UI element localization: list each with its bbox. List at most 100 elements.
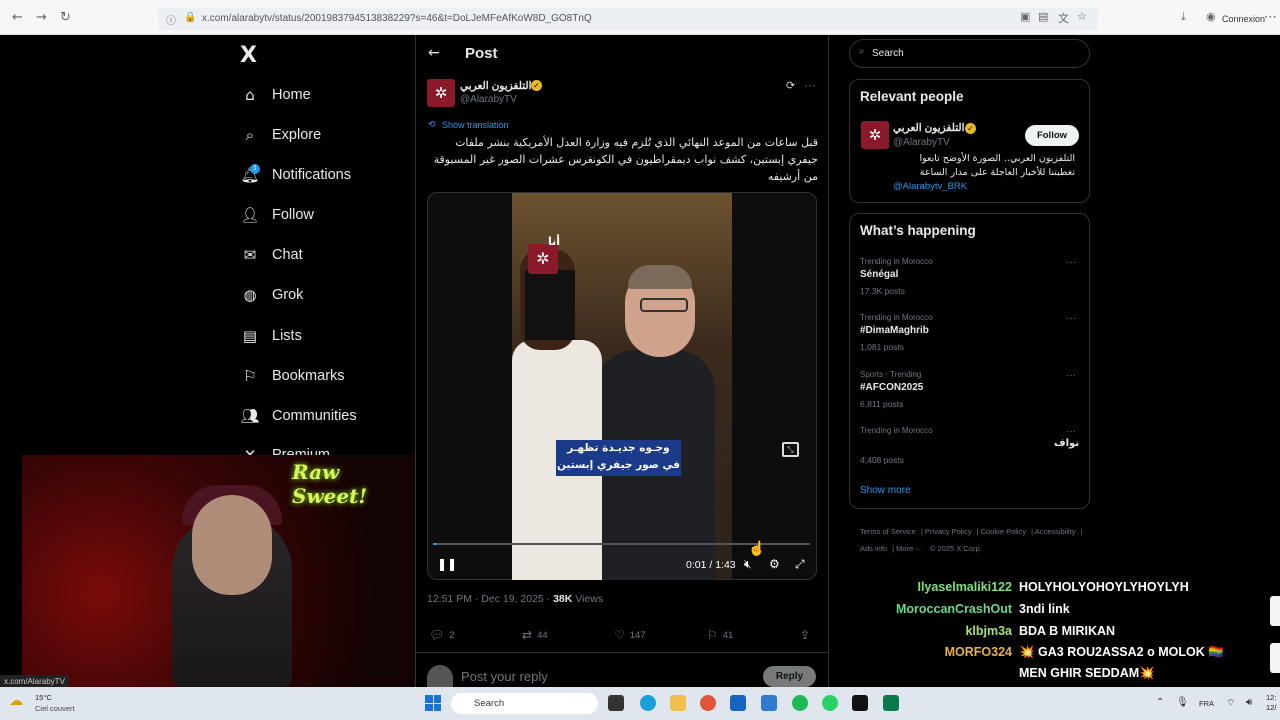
volume-icon[interactable]: 🔊︎: [1246, 697, 1252, 708]
footer-link[interactable]: Terms of Service: [860, 527, 916, 536]
pause-icon[interactable]: ❚❚: [437, 557, 457, 571]
tray-chevron-icon[interactable]: ⌃: [1156, 697, 1164, 708]
reload-icon[interactable]: ↻: [60, 10, 71, 25]
mouse-cursor-icon: ☝: [748, 540, 766, 556]
author-avatar[interactable]: ✲: [427, 79, 455, 107]
trend-title[interactable]: #DimaMaghrib: [860, 325, 929, 336]
author-handle[interactable]: @AlarabyTV: [460, 94, 517, 105]
capcut-app-icon[interactable]: [852, 695, 868, 711]
star-icon[interactable]: ☆: [1077, 10, 1087, 23]
weather-desc[interactable]: Ciel couvert: [35, 704, 75, 713]
wifi-icon[interactable]: ⌔: [1226, 697, 1235, 710]
edge-app-icon[interactable]: [640, 695, 656, 711]
trend-more-icon[interactable]: ···: [1066, 426, 1076, 437]
video-progress-fill: [433, 543, 437, 545]
footer-link[interactable]: Privacy Policy: [925, 527, 972, 536]
edge-tab[interactable]: [1270, 643, 1280, 673]
download-icon[interactable]: ⤓: [1181, 10, 1186, 24]
trend-title[interactable]: Sénégal: [860, 269, 898, 280]
like-action[interactable]: ♡ 147: [614, 628, 646, 642]
clock[interactable]: 12: 12/: [1266, 693, 1276, 713]
webcam-face: [192, 495, 272, 595]
neon-sign: Raw Sweet!: [292, 460, 368, 508]
language-indicator[interactable]: FRA: [1199, 699, 1214, 708]
relevant-handle[interactable]: @AlarabyTV: [893, 137, 950, 148]
user-avatar: [427, 665, 453, 687]
grok-icon[interactable]: ⟳: [786, 79, 795, 92]
trend-title[interactable]: نواف: [1054, 438, 1079, 449]
spotify-app-icon[interactable]: [792, 695, 808, 711]
lock-icon[interactable]: 🔒: [184, 12, 196, 23]
nav-home[interactable]: ⌂ Home: [240, 83, 310, 107]
home-icon: ⌂: [245, 86, 255, 104]
reply-icon: 💬︎: [429, 628, 445, 642]
reply-action[interactable]: 💬︎ 2: [429, 628, 455, 642]
terminal-app-icon[interactable]: [608, 695, 624, 711]
share-action[interactable]: ⇪: [800, 628, 810, 642]
fullscreen-icon[interactable]: ⤢: [795, 557, 805, 572]
nav-bookmarks[interactable]: ⚐ Bookmarks: [240, 364, 344, 388]
divider: [416, 652, 828, 653]
browser-toolbar: ← → ↻ ⓘ 🔒 x.com/alarabytv/status/2001983…: [0, 0, 1280, 35]
back-arrow-icon[interactable]: ←: [12, 10, 23, 25]
firefox-app-icon[interactable]: [700, 695, 716, 711]
weather-temp[interactable]: 15°C: [35, 693, 52, 702]
video-time: 0:01 / 1:43: [686, 559, 736, 571]
menu-icon[interactable]: ⋯: [1264, 10, 1277, 25]
edge-tab[interactable]: [1270, 596, 1280, 626]
nav-follow[interactable]: 👤︎ Follow: [240, 203, 313, 227]
nav-communities[interactable]: 👥︎ Communities: [240, 404, 356, 428]
connexion-button[interactable]: Connexion: [1222, 14, 1265, 24]
folder-app-icon[interactable]: [670, 695, 686, 711]
obs-app-icon[interactable]: [883, 695, 899, 711]
settings-icon[interactable]: ⚙: [769, 557, 780, 571]
forward-arrow-icon[interactable]: →: [36, 10, 47, 25]
nav-chat[interactable]: ✉ Chat: [240, 243, 303, 267]
show-more-link[interactable]: Show more: [860, 485, 911, 496]
translate-icon[interactable]: 文: [1058, 10, 1069, 26]
nav-grok[interactable]: ◍ Grok: [240, 283, 303, 307]
more-icon[interactable]: ···: [804, 78, 816, 92]
author-name[interactable]: التلفزيون العربي: [460, 80, 532, 92]
repost-action[interactable]: ⇄ 44: [522, 628, 548, 642]
show-translation-link[interactable]: Show translation: [442, 120, 509, 130]
trend-more-icon[interactable]: ···: [1066, 370, 1076, 381]
mute-icon[interactable]: 🔇︎: [744, 557, 752, 572]
trend-title[interactable]: #AFCON2025: [860, 382, 923, 393]
follow-button[interactable]: Follow: [1025, 125, 1079, 146]
relevant-name[interactable]: التلفزيون العربي: [893, 122, 965, 134]
url-text[interactable]: x.com/alarabytv/status/20019837945138382…: [202, 13, 592, 24]
reply-input[interactable]: Post your reply: [461, 669, 548, 684]
mic-icon[interactable]: 🎙︎: [1176, 697, 1189, 708]
trend-context: Trending in Morocco: [860, 426, 933, 435]
nav-lists[interactable]: ▤ Lists: [240, 324, 302, 348]
relevant-avatar[interactable]: ✲: [861, 121, 889, 149]
search-input[interactable]: Search: [849, 39, 1090, 68]
whatsapp-app-icon[interactable]: [822, 695, 838, 711]
profile-icon[interactable]: ◉: [1206, 10, 1216, 23]
back-arrow-icon[interactable]: ←: [428, 45, 440, 61]
trend-more-icon[interactable]: ···: [1066, 313, 1076, 324]
outlook-app-icon[interactable]: [761, 695, 777, 711]
info-icon[interactable]: ⓘ: [166, 12, 176, 27]
logo-tag: أنا: [548, 235, 561, 248]
relevant-bio: التلفزيون العربي.. الصورة الأوضح تابعوا …: [919, 153, 1075, 178]
x-logo[interactable]: X: [240, 43, 257, 68]
trend-context: Sports · Trending: [860, 370, 922, 379]
reader-icon[interactable]: ▤: [1038, 10, 1048, 23]
nav-explore[interactable]: ⌕ Explore: [240, 123, 321, 147]
trend-context: Trending in Morocco: [860, 257, 933, 266]
taskbar-search[interactable]: Search: [451, 693, 598, 714]
footer-link[interactable]: Ads info: [860, 544, 887, 553]
footer-link[interactable]: Accessibility: [1035, 527, 1076, 536]
bookmark-action[interactable]: ⚐ 41: [707, 628, 733, 642]
relevant-bio-link[interactable]: @Alarabytv_BRK: [893, 181, 967, 192]
trend-more-icon[interactable]: ···: [1066, 257, 1076, 268]
store-app-icon[interactable]: [730, 695, 746, 711]
pip-icon[interactable]: ⤡: [782, 442, 799, 457]
reply-button[interactable]: Reply: [763, 666, 816, 687]
windows-start-icon[interactable]: [425, 695, 441, 711]
pip-icon[interactable]: ▣: [1020, 10, 1030, 23]
footer-link[interactable]: Cookie Policy: [981, 527, 1026, 536]
footer-link[interactable]: More ···: [896, 544, 923, 553]
